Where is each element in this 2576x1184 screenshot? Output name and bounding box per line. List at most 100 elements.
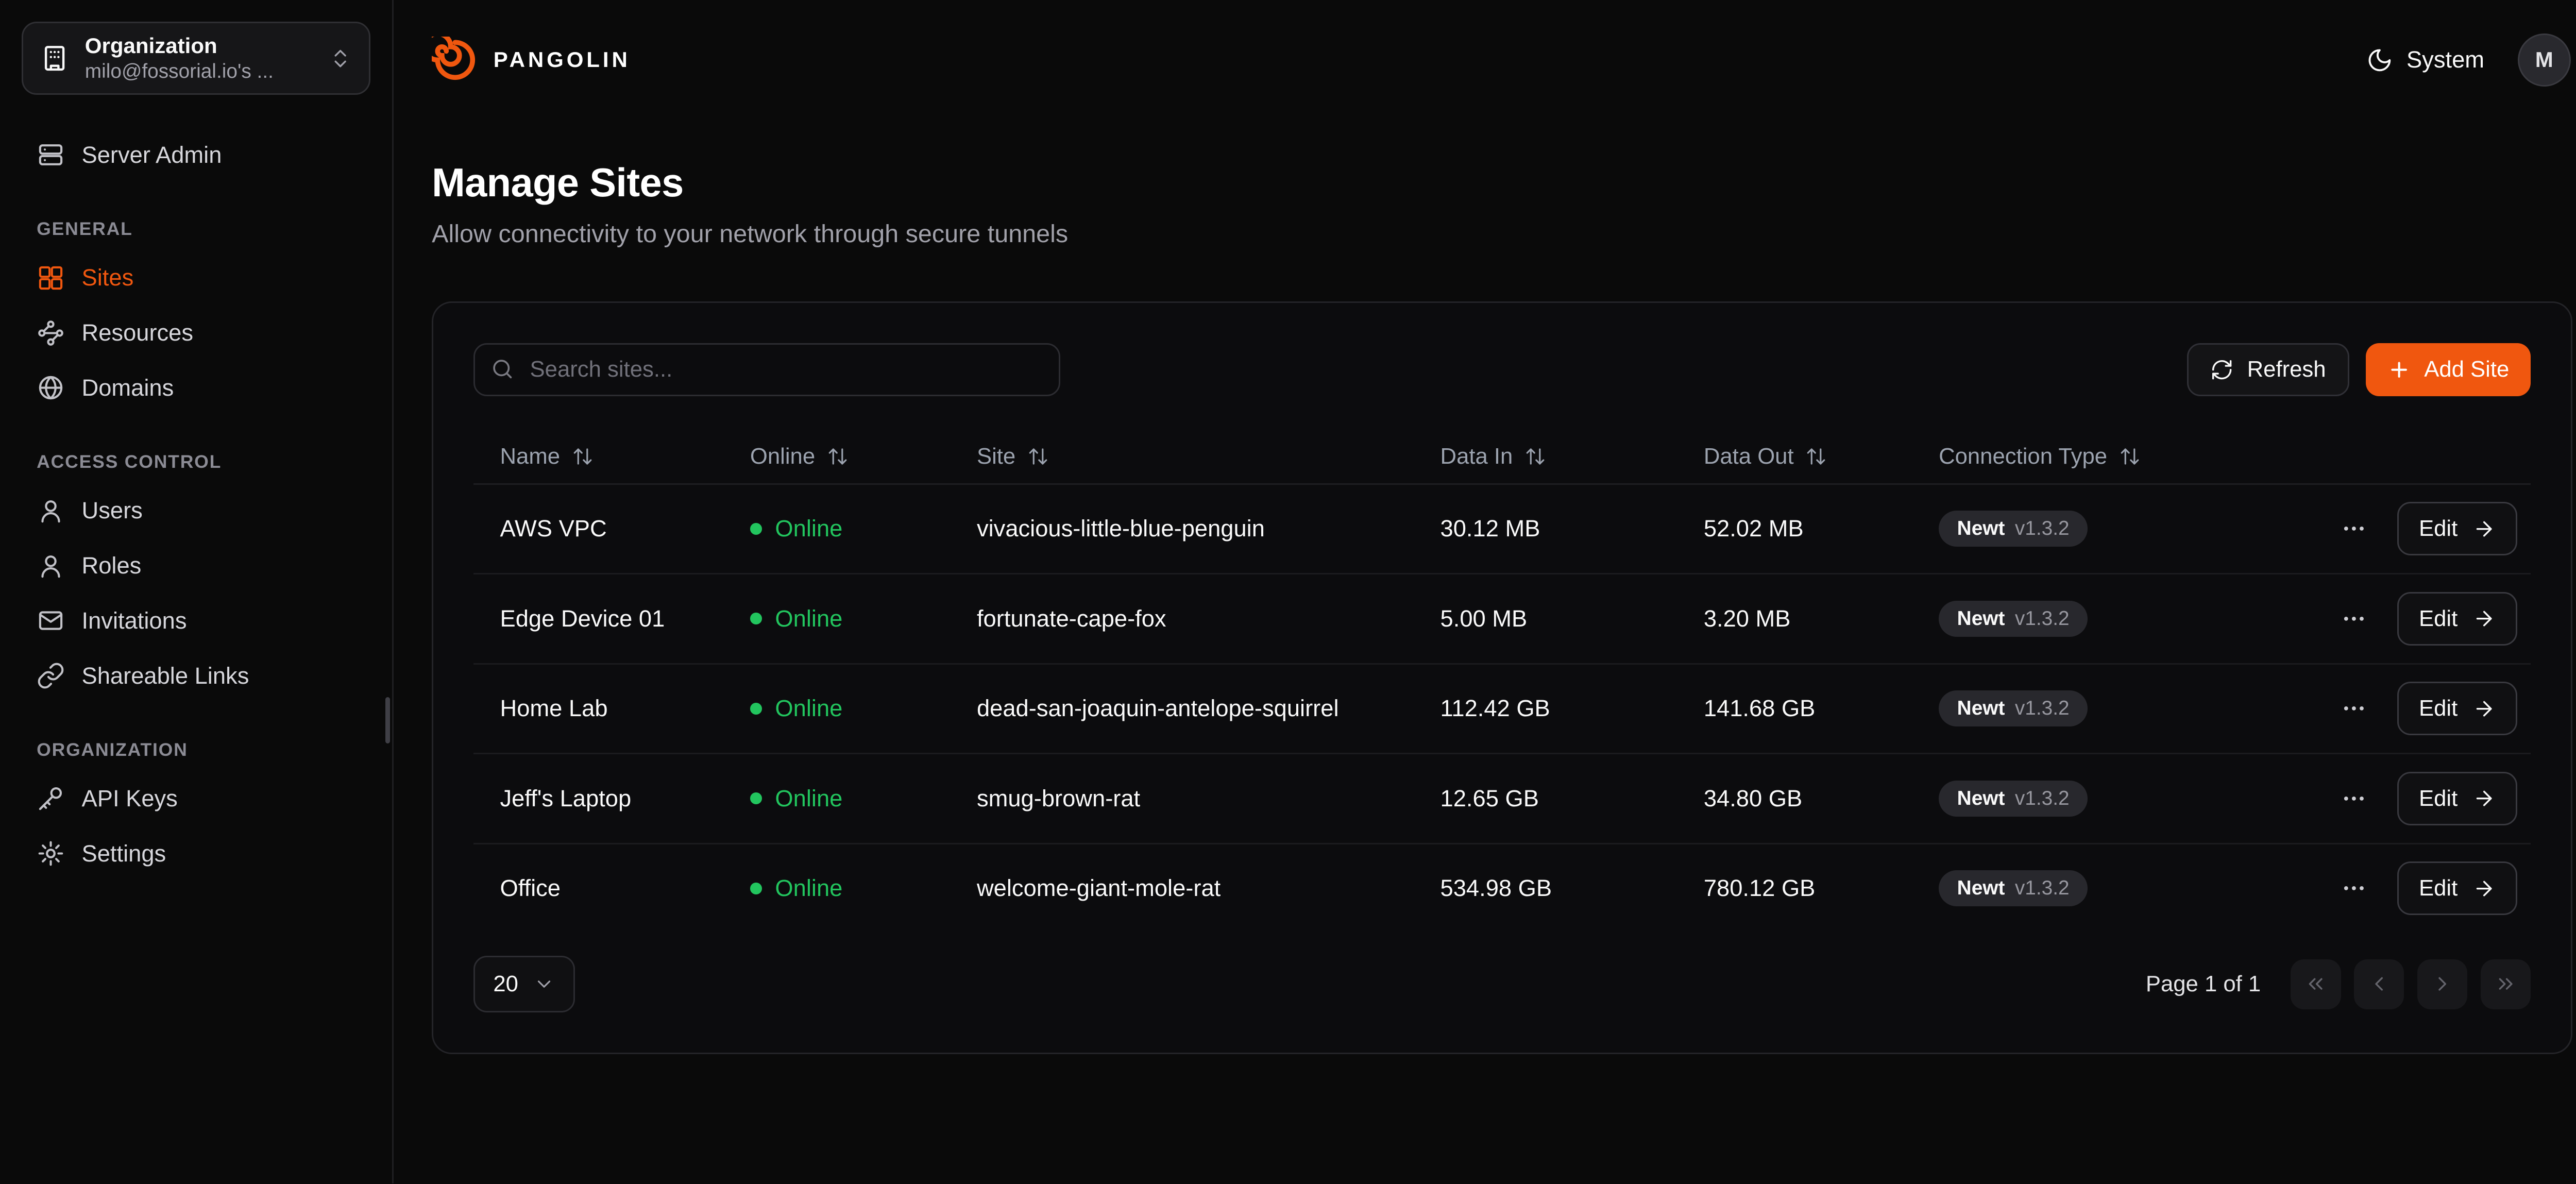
sidebar-item-domains[interactable]: Domains xyxy=(22,361,370,415)
cell-data-out: 3.20 MB xyxy=(1677,605,1912,632)
page-size-select[interactable]: 20 xyxy=(473,956,575,1012)
cell-site: welcome-giant-mole-rat xyxy=(950,875,1414,902)
sort-icon xyxy=(1524,446,1546,467)
waypoints-icon xyxy=(37,319,65,347)
sidebar-item-server-admin[interactable]: Server Admin xyxy=(22,128,370,182)
cell-data-out: 141.68 GB xyxy=(1677,695,1912,722)
cell-status: Online xyxy=(723,605,950,632)
sidebar-item-users[interactable]: Users xyxy=(22,484,370,537)
edit-button[interactable]: Edit xyxy=(2397,861,2517,915)
cell-name: AWS VPC xyxy=(473,515,723,542)
cell-name: Edge Device 01 xyxy=(473,605,723,632)
edit-button[interactable]: Edit xyxy=(2397,502,2517,555)
theme-toggle[interactable]: System xyxy=(2366,46,2484,73)
sort-icon xyxy=(1027,446,1049,467)
edit-label: Edit xyxy=(2419,875,2458,901)
row-menu-button[interactable] xyxy=(2334,688,2374,729)
ellipsis-icon xyxy=(2341,875,2367,902)
sidebar-item-shareable-links[interactable]: Shareable Links xyxy=(22,649,370,703)
cell-connection-type: Newt v1.3.2 xyxy=(1912,690,2330,726)
link-icon xyxy=(37,662,65,690)
refresh-icon xyxy=(2210,358,2233,381)
refresh-button[interactable]: Refresh xyxy=(2187,343,2349,397)
globe-icon xyxy=(37,374,65,402)
cell-status: Online xyxy=(723,695,950,722)
cell-data-in: 12.65 GB xyxy=(1414,785,1677,812)
brand[interactable]: PANGOLIN xyxy=(432,37,631,83)
cell-actions: Edit xyxy=(2331,682,2531,735)
sidebar-item-roles[interactable]: Roles xyxy=(22,539,370,593)
connection-name: Newt xyxy=(1957,697,2005,720)
avatar[interactable]: M xyxy=(2518,33,2571,87)
online-status-label: Online xyxy=(775,785,842,812)
chevrons-up-down-icon xyxy=(329,47,352,70)
row-menu-button[interactable] xyxy=(2334,509,2374,549)
connection-name: Newt xyxy=(1957,517,2005,540)
search-input[interactable] xyxy=(473,343,1060,397)
cell-status: Online xyxy=(723,875,950,902)
user-role-icon xyxy=(37,552,65,580)
chevrons-right-icon xyxy=(2494,972,2517,995)
table-row: Home Lab Online dead-san-joaquin-antelop… xyxy=(473,665,2531,755)
row-menu-button[interactable] xyxy=(2334,599,2374,639)
cell-name: Jeff's Laptop xyxy=(473,785,723,812)
connection-type-badge: Newt v1.3.2 xyxy=(1939,511,2088,547)
column-header-data-in[interactable]: Data In xyxy=(1414,444,1677,469)
sidebar-item-resources[interactable]: Resources xyxy=(22,306,370,360)
page-size-value: 20 xyxy=(493,971,518,997)
first-page-button[interactable] xyxy=(2291,959,2341,1009)
cell-status: Online xyxy=(723,515,950,542)
sidebar: Organization milo@fossorial.io's ... Ser… xyxy=(0,0,394,1183)
page-title: Manage Sites xyxy=(432,160,2572,206)
row-menu-button[interactable] xyxy=(2334,868,2374,908)
online-status-label: Online xyxy=(775,875,842,902)
column-label: Data In xyxy=(1440,444,1513,469)
edit-button[interactable]: Edit xyxy=(2397,592,2517,646)
connection-version: v1.3.2 xyxy=(2015,517,2070,540)
next-page-button[interactable] xyxy=(2417,959,2467,1009)
cell-actions: Edit xyxy=(2331,861,2531,915)
online-status-dot xyxy=(750,523,762,535)
online-status-label: Online xyxy=(775,695,842,722)
org-name: Organization xyxy=(85,32,314,60)
row-menu-button[interactable] xyxy=(2334,779,2374,819)
sidebar-item-label: API Keys xyxy=(82,785,178,812)
sidebar-item-invitations[interactable]: Invitations xyxy=(22,594,370,648)
arrow-right-icon xyxy=(2472,787,2496,810)
cell-status: Online xyxy=(723,785,950,812)
column-header-connection-type[interactable]: Connection Type xyxy=(1912,444,2330,469)
connection-version: v1.3.2 xyxy=(2015,877,2070,900)
edit-button[interactable]: Edit xyxy=(2397,682,2517,735)
topbar: PANGOLIN System M xyxy=(394,0,2576,120)
table-row: Edge Device 01 Online fortunate-cape-fox… xyxy=(473,574,2531,665)
edit-button[interactable]: Edit xyxy=(2397,772,2517,825)
section-label-organization: ORGANIZATION xyxy=(37,739,355,760)
page-subtitle: Allow connectivity to your network throu… xyxy=(432,219,2572,248)
arrow-right-icon xyxy=(2472,697,2496,720)
table-header-row: Name Online Site Data In xyxy=(473,430,2531,485)
sidebar-item-settings[interactable]: Settings xyxy=(22,827,370,881)
grid-icon xyxy=(37,264,65,292)
sidebar-item-api-keys[interactable]: API Keys xyxy=(22,772,370,825)
sidebar-item-sites[interactable]: Sites xyxy=(22,251,370,305)
cell-data-in: 5.00 MB xyxy=(1414,605,1677,632)
gear-icon xyxy=(37,839,65,868)
column-label: Site xyxy=(977,444,1015,469)
section-label-general: GENERAL xyxy=(37,218,355,240)
last-page-button[interactable] xyxy=(2481,959,2531,1009)
sidebar-item-label: Resources xyxy=(82,319,194,346)
column-header-online[interactable]: Online xyxy=(723,444,950,469)
column-header-name[interactable]: Name xyxy=(473,444,723,469)
sidebar-scrollbar-thumb[interactable] xyxy=(385,697,391,744)
column-header-data-out[interactable]: Data Out xyxy=(1677,444,1912,469)
column-header-site[interactable]: Site xyxy=(950,444,1414,469)
sort-icon xyxy=(827,446,849,467)
card-footer: 20 Page 1 of 1 xyxy=(473,956,2531,1012)
chevrons-left-icon xyxy=(2304,972,2327,995)
add-site-button[interactable]: Add Site xyxy=(2366,343,2531,397)
card-toolbar: Refresh Add Site xyxy=(473,343,2531,397)
arrow-right-icon xyxy=(2472,607,2496,630)
previous-page-button[interactable] xyxy=(2354,959,2404,1009)
org-selector[interactable]: Organization milo@fossorial.io's ... xyxy=(22,22,370,95)
chevron-right-icon xyxy=(2431,972,2454,995)
